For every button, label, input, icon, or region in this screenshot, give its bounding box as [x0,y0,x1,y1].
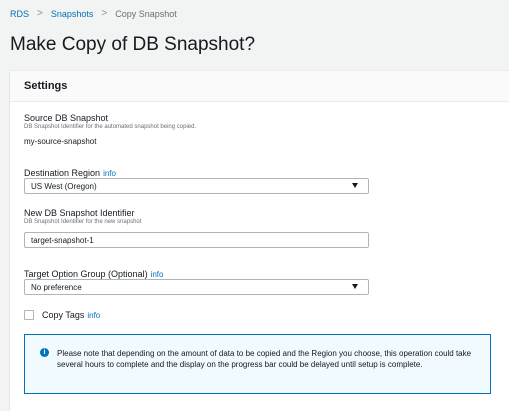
settings-title: Settings [24,80,68,92]
destination-region-select[interactable]: US West (Oregon) [24,178,369,194]
source-snapshot-value: my-source-snapshot [24,137,97,146]
snapshot-identifier-field: New DB Snapshot Identifier DB Snapshot I… [24,208,141,225]
settings-panel: Settings Source DB Snapshot DB Snapshot … [10,70,509,411]
snapshot-identifier-input[interactable]: target-snapshot-1 [24,232,369,248]
destination-region-selected: US West (Oregon) [31,181,97,191]
destination-region-label: Destination Region [24,168,101,178]
page-title: Make Copy of DB Snapshot? [10,34,256,55]
copy-tags-info-link[interactable]: info [87,311,100,320]
caret-down-icon [352,183,358,188]
copy-tags-row: Copy Tags info [24,310,100,320]
copy-tags-checkbox[interactable] [24,310,34,320]
option-group-info-link[interactable]: info [151,270,164,279]
source-snapshot-label: Source DB Snapshot [24,113,109,123]
breadcrumb-separator-icon: > [101,8,108,19]
breadcrumb-separator-icon: > [37,8,43,19]
option-group-select[interactable]: No preference [24,279,369,295]
option-group-selected: No preference [31,282,82,292]
settings-header: Settings [10,71,509,102]
breadcrumb-rds[interactable]: RDS [10,9,29,19]
breadcrumb: RDS > Snapshots > Copy Snapshot [10,8,177,19]
copy-tags-label: Copy Tags [42,310,85,320]
source-snapshot-description: DB Snapshot Identifier for the automated… [24,124,197,130]
info-alert: i Please note that depending on the amou… [24,334,491,394]
option-group-label: Target Option Group (Optional) [24,269,148,279]
snapshot-identifier-label: New DB Snapshot Identifier [24,208,135,218]
info-icon: i [40,348,49,357]
snapshot-identifier-value: target-snapshot-1 [31,235,94,245]
snapshot-identifier-description: DB Snapshot Identifier for the new snaps… [24,219,142,225]
destination-region-info-link[interactable]: info [103,169,116,178]
source-snapshot-field: Source DB Snapshot DB Snapshot Identifie… [24,113,196,146]
caret-down-icon [352,284,358,289]
breadcrumb-current: Copy Snapshot [115,8,177,19]
breadcrumb-snapshots[interactable]: Snapshots [51,9,94,19]
alert-text: Please note that depending on the amount… [57,349,472,369]
